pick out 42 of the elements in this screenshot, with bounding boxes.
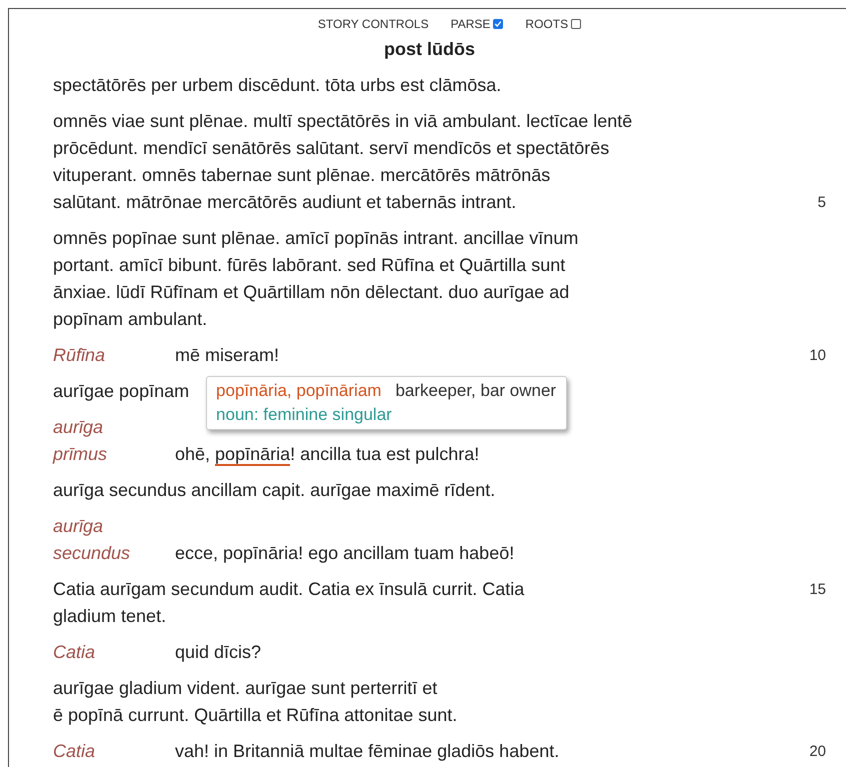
speaker-name: Rūfīna — [53, 344, 106, 367]
option-label: PARSE — [450, 17, 490, 31]
speaker-name: aurīga — [53, 416, 104, 439]
story-line: omnēs popīnae sunt plēnae. amīcī popīnās intrant. ancillae vīnum — [53, 227, 578, 250]
story-line: ānxiae. lūdī Rūfīnam et Quārtillam nōn dēlectant. duo aurīgae ad — [53, 281, 570, 304]
speech-text: ohē, — [175, 444, 212, 464]
checkbox[interactable] — [493, 19, 504, 29]
story-line: prōcēdunt. mendīcī senātōrēs salūtant. servī mendīcōs et spectātōrēs — [53, 137, 610, 160]
story-line: vituperant. omnēs tabernae sunt plēnae. mercātōrēs mātrōnās — [53, 164, 550, 187]
speaker-name: Catia — [53, 641, 96, 664]
line-number: 20 — [809, 742, 826, 762]
line-number: 15 — [809, 580, 826, 600]
story-line: salūtant. mātrōnae mercātōrēs audiunt et tabernās intrant. — [53, 191, 516, 214]
story-line: spectātōrēs per urbem discēdunt. tōta urbs est clāmōsa. — [53, 74, 502, 97]
parse-text: noun: feminine singular — [216, 404, 393, 426]
speaker-name: secundus — [53, 542, 130, 565]
lemma-text: popīnāria, popīnāriam — [216, 380, 382, 402]
speech-text: ! ancilla tua est pulchra! — [290, 444, 480, 464]
story-line: popīnam ambulant. — [53, 308, 208, 331]
story-line: Catia aurīgam secundum audit. Catia ex īnsulā currit. Catia — [53, 578, 524, 601]
line-number: 5 — [818, 193, 826, 213]
speaker-name: aurīga — [53, 515, 104, 538]
meaning-text: barkeeper, bar owner — [395, 380, 556, 402]
speech-text: quid dīcis? — [175, 642, 262, 662]
story-title: post lūdōs — [383, 39, 476, 60]
speech-text: ecce, popīnāria! ego ancillam tuam habeō! — [175, 543, 514, 563]
story-line: ē popīnā currunt. Quārtilla et Rūfīna attonitae sunt. — [53, 704, 458, 727]
speech-text: mē miseram! — [175, 345, 280, 365]
option-label: ROOTS — [525, 17, 568, 31]
story-line: aurīgae popīnam — [53, 380, 190, 403]
speaker-name: Catia — [53, 740, 96, 763]
checkbox[interactable] — [571, 19, 582, 29]
story-line: portant. amīcī bibunt. fūrēs labōrant. sed Rūfīna et Quārtilla sunt — [53, 254, 566, 277]
line-number: 10 — [809, 346, 826, 366]
story-line: omnēs viae sunt plēnae. multī spectātōrēs in viā ambulant. lectīcae lentē — [53, 110, 632, 133]
story-line: aurīga secundus ancillam capit. aurīgae maximē rīdent. — [53, 479, 496, 502]
story-line: gladium tenet. — [53, 605, 166, 628]
story-controls-label: STORY CONTROLS — [318, 17, 429, 31]
glossed-word[interactable]: popīnāria — [215, 444, 290, 466]
speech-text: vah! in Britanniā multae fēminae gladiōs habent. — [175, 741, 560, 761]
speaker-name: prīmus — [53, 443, 108, 466]
story-line: aurīgae gladium vident. aurīgae sunt perterritī et — [53, 677, 438, 700]
